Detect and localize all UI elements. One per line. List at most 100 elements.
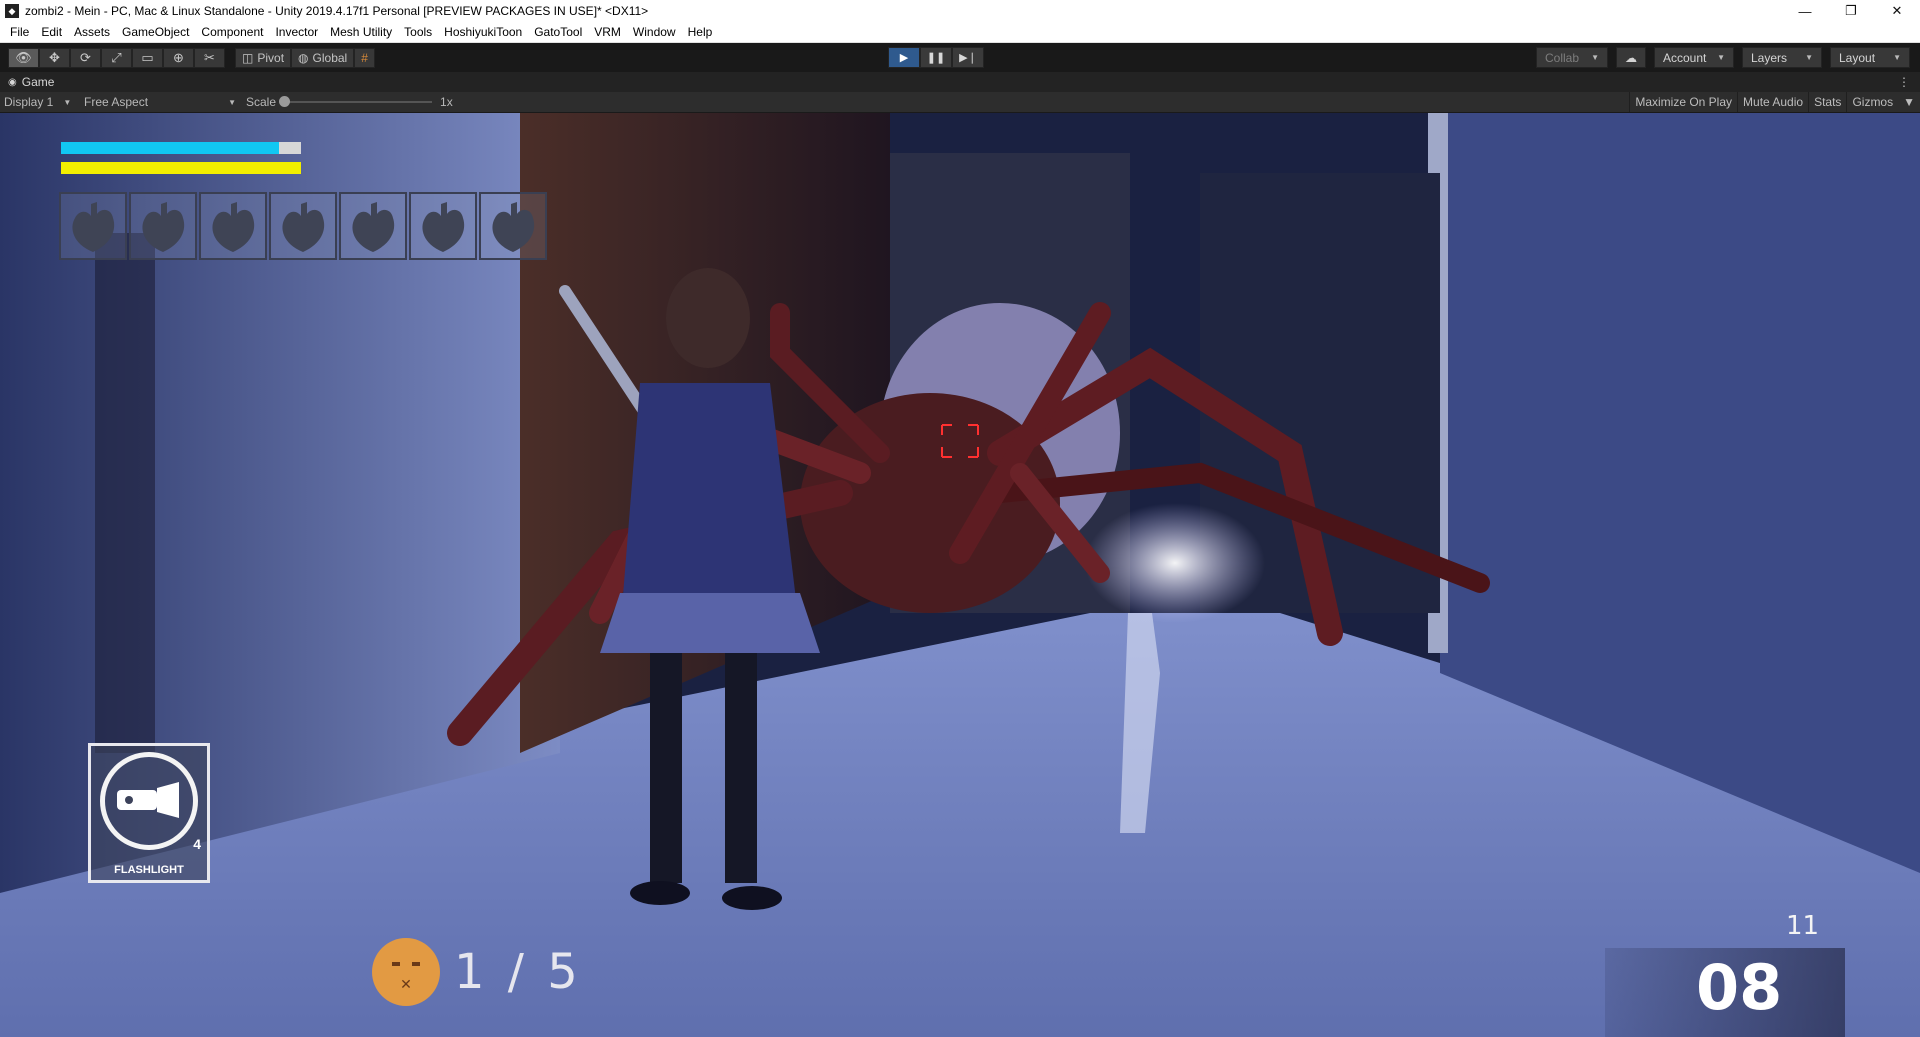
heart-slot	[339, 192, 407, 260]
chevron-down-icon: ▼	[1717, 53, 1725, 62]
tab-game[interactable]: ◉ Game	[0, 75, 54, 89]
scale-value: 1x	[440, 95, 453, 109]
pause-icon[interactable]: ❚❚	[920, 47, 952, 68]
global-toggle[interactable]: ◍ Global	[291, 47, 355, 68]
main-toolbar: 👁 ✥ ⟳ ⤢ ▭ ⊕ ✂ ◫ Pivot ◍ Global # ▶ ❚❚ ▶❘ C…	[0, 43, 1920, 72]
unity-editor-window: ◆ zombi2 - Mein - PC, Mac & Linux Standa…	[0, 0, 1920, 1037]
menu-mesh-utility[interactable]: Mesh Utility	[324, 22, 398, 43]
heart-slot	[409, 192, 477, 260]
chevron-down-icon[interactable]: ▼	[1898, 92, 1920, 112]
menu-window[interactable]: Window	[627, 22, 682, 43]
title-bar: ◆ zombi2 - Mein - PC, Mac & Linux Standa…	[0, 0, 1920, 22]
window-title: zombi2 - Mein - PC, Mac & Linux Standalo…	[25, 4, 649, 18]
layers-dropdown[interactable]: Layers ▼	[1742, 47, 1822, 68]
mute-audio-toggle[interactable]: Mute Audio	[1737, 92, 1808, 112]
ammo-total: 11	[1786, 911, 1820, 941]
gamepad-icon: ◉	[8, 76, 17, 88]
anatomical-heart-icon	[142, 202, 185, 252]
global-label: Global	[312, 50, 348, 65]
anatomical-heart-icon	[282, 202, 325, 252]
collab-dropdown[interactable]: Collab ▼	[1536, 47, 1608, 68]
game-view-toolbar: Display 1 ▼ Free Aspect ▼ Scale 1x Maximiz…	[0, 92, 1920, 113]
game-viewport[interactable]: 4 FLASHLIGHT ✕ 1 / 5 11 08	[0, 113, 1920, 1037]
chevron-down-icon: ▼	[1805, 53, 1813, 62]
menu-vrm[interactable]: VRM	[588, 22, 627, 43]
grid-icon: #	[361, 50, 368, 65]
scale-slider-knob[interactable]	[279, 96, 291, 107]
view-hand-icon[interactable]: 👁	[8, 47, 39, 68]
gizmos-toggle[interactable]: Gizmos	[1846, 92, 1898, 112]
anatomical-heart-icon	[352, 202, 395, 252]
menu-tools[interactable]: Tools	[398, 22, 438, 43]
move-icon[interactable]: ✥	[39, 47, 70, 68]
pivot-icon: ◫	[242, 50, 254, 65]
scale-label: Scale	[246, 95, 277, 109]
layout-dropdown[interactable]: Layout ▼	[1830, 47, 1910, 68]
flashlight-icon	[117, 782, 179, 818]
scale-control: Scale 1x	[246, 95, 453, 109]
doorway	[95, 233, 155, 753]
layout-label: Layout	[1839, 50, 1876, 65]
toolbar-right: Collab ▼ ☁ Account ▼ Layers ▼ Layout ▼	[1536, 47, 1910, 68]
menu-bar: File Edit Assets GameObject Component In…	[0, 22, 1920, 43]
rotate-icon[interactable]: ⟳	[70, 47, 101, 68]
menu-help[interactable]: Help	[682, 22, 719, 43]
heart-slot	[199, 192, 267, 260]
anatomical-heart-icon	[212, 202, 255, 252]
tab-game-label: Game	[21, 75, 55, 89]
unity-icon: ◆	[5, 4, 19, 18]
pivot-label: Pivot	[257, 50, 285, 65]
collab-label: Collab	[1545, 50, 1580, 65]
pivot-toggle[interactable]: ◫ Pivot	[235, 47, 292, 68]
stats-toggle[interactable]: Stats	[1808, 92, 1846, 112]
transform-tools: 👁 ✥ ⟳ ⤢ ▭ ⊕ ✂	[8, 47, 225, 68]
more-options-icon[interactable]: ⋮	[1898, 75, 1910, 89]
menu-hoshiyukitoon[interactable]: HoshiyukiToon	[438, 22, 528, 43]
menu-gameobject[interactable]: GameObject	[116, 22, 195, 43]
stamina-bar	[61, 162, 301, 174]
menu-edit[interactable]: Edit	[35, 22, 68, 43]
chevron-down-icon: ▼	[1591, 53, 1599, 62]
scale-icon[interactable]: ⤢	[101, 47, 132, 68]
menu-gatotool[interactable]: GatoTool	[528, 22, 588, 43]
zombie-face-icon: ✕	[372, 938, 440, 1006]
menu-component[interactable]: Component	[195, 22, 269, 43]
account-dropdown[interactable]: Account ▼	[1654, 47, 1734, 68]
heart-slot	[479, 192, 547, 260]
anatomical-heart-icon	[72, 202, 115, 252]
scale-slider[interactable]	[279, 96, 433, 107]
rect-icon[interactable]: ▭	[132, 47, 163, 68]
close-icon[interactable]: ✕	[1874, 0, 1920, 22]
heart-slots	[59, 192, 547, 260]
transform-icon[interactable]: ⊕	[163, 47, 194, 68]
aspect-label: Free Aspect	[84, 95, 149, 109]
maximize-on-play-toggle[interactable]: Maximize On Play	[1629, 92, 1737, 112]
chevron-down-icon: ▼	[63, 97, 72, 107]
quest-counter: ✕ 1 / 5	[372, 938, 582, 1006]
menu-file[interactable]: File	[4, 22, 35, 43]
flashlight-label: FLASHLIGHT	[114, 864, 184, 876]
game-tab-bar: ◉ Game ⋮	[0, 72, 1920, 92]
grid-snap-toggle[interactable]: #	[354, 47, 375, 68]
play-icon[interactable]: ▶	[888, 47, 920, 68]
display-label: Display 1	[4, 95, 54, 109]
account-label: Account	[1663, 50, 1707, 65]
play-controls: ▶ ❚❚ ▶❘	[888, 47, 984, 68]
handle-toggles: ◫ Pivot ◍ Global #	[235, 47, 375, 68]
stamina-bar-fill	[61, 162, 301, 174]
step-icon[interactable]: ▶❘	[952, 47, 984, 68]
restore-icon[interactable]: ❐	[1828, 0, 1874, 22]
aspect-dropdown[interactable]: Free Aspect ▼	[80, 95, 240, 109]
fog-light	[1085, 503, 1265, 623]
minimize-icon[interactable]: —	[1782, 0, 1828, 22]
menu-invector[interactable]: Invector	[269, 22, 324, 43]
display-dropdown[interactable]: Display 1 ▼	[0, 95, 80, 109]
chevron-down-icon: ▼	[1893, 53, 1901, 62]
chevron-down-icon: ▼	[228, 97, 236, 107]
anatomical-heart-icon	[492, 202, 535, 252]
anatomical-heart-icon	[422, 202, 465, 252]
menu-assets[interactable]: Assets	[68, 22, 116, 43]
custom-tool-icon[interactable]: ✂	[194, 47, 225, 68]
cloud-button[interactable]: ☁	[1616, 47, 1646, 68]
globe-icon: ◍	[298, 50, 309, 65]
